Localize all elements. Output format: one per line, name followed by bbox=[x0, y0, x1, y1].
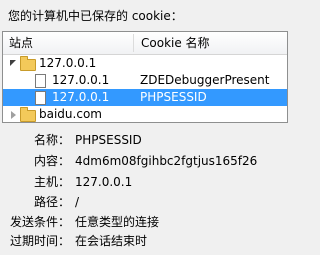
detail-send-label: 发送条件： bbox=[10, 215, 71, 229]
cookie-site: 127.0.0.1 bbox=[52, 73, 110, 87]
detail-name-value: PHPSESSID bbox=[75, 133, 142, 147]
tree-header: 站点 Cookie 名称 bbox=[3, 32, 287, 55]
cookie-name: ZDEDebuggerPresent bbox=[140, 73, 270, 87]
cookie-name: PHPSESSID bbox=[140, 90, 207, 104]
cookie-tree[interactable]: 站点 Cookie 名称 127.0.0.1 127.0.0.1 ZDEDebu… bbox=[2, 31, 288, 123]
detail-path-value: / bbox=[75, 195, 80, 209]
tree-host-baidu[interactable]: baidu.com bbox=[3, 106, 287, 122]
detail-path-row: 路径： / bbox=[2, 192, 288, 212]
tree-cookie-row-selected[interactable]: 127.0.0.1 PHPSESSID bbox=[3, 89, 287, 106]
collapsed-arrow-icon[interactable] bbox=[11, 111, 16, 119]
cookie-site: 127.0.0.1 bbox=[52, 90, 110, 104]
detail-host-label: 主机： bbox=[34, 175, 71, 189]
detail-expire-value: 在会话结束时 bbox=[75, 234, 148, 248]
detail-content-row: 内容： 4dm6m08fgihbc2fgtjus165f26 bbox=[2, 151, 288, 171]
column-header-site[interactable]: 站点 bbox=[9, 32, 33, 54]
detail-name-label: 名称： bbox=[34, 133, 71, 147]
detail-expire-label: 过期时间： bbox=[10, 234, 71, 248]
column-separator bbox=[133, 34, 134, 52]
column-header-cookie-name[interactable]: Cookie 名称 bbox=[141, 32, 210, 54]
cookie-file-icon bbox=[35, 91, 46, 105]
detail-host-value: 127.0.0.1 bbox=[75, 175, 133, 189]
folder-icon bbox=[20, 107, 36, 122]
detail-name-row: 名称： PHPSESSID bbox=[2, 130, 288, 150]
detail-content-value: 4dm6m08fgihbc2fgtjus165f26 bbox=[75, 154, 258, 168]
detail-host-row: 主机： 127.0.0.1 bbox=[2, 172, 288, 192]
detail-send-row: 发送条件： 任意类型的连接 bbox=[2, 212, 288, 232]
cookies-heading: 您的计算机中已保存的 cookie： bbox=[8, 9, 183, 23]
detail-path-label: 路径： bbox=[34, 195, 71, 209]
host-label: baidu.com bbox=[39, 107, 102, 121]
cookie-file-icon bbox=[35, 74, 46, 88]
cookie-details-panel: 名称： PHPSESSID 内容： 4dm6m08fgihbc2fgtjus16… bbox=[2, 124, 288, 255]
detail-content-label: 内容： bbox=[34, 154, 71, 168]
tree-host-127-0-0-1[interactable]: 127.0.0.1 bbox=[3, 55, 287, 72]
host-label: 127.0.0.1 bbox=[39, 56, 97, 70]
detail-send-value: 任意类型的连接 bbox=[75, 215, 160, 229]
tree-cookie-row[interactable]: 127.0.0.1 ZDEDebuggerPresent bbox=[3, 72, 287, 89]
detail-expire-row: 过期时间： 在会话结束时 bbox=[2, 231, 288, 251]
folder-icon bbox=[20, 56, 36, 71]
expanded-arrow-icon[interactable] bbox=[10, 60, 16, 66]
